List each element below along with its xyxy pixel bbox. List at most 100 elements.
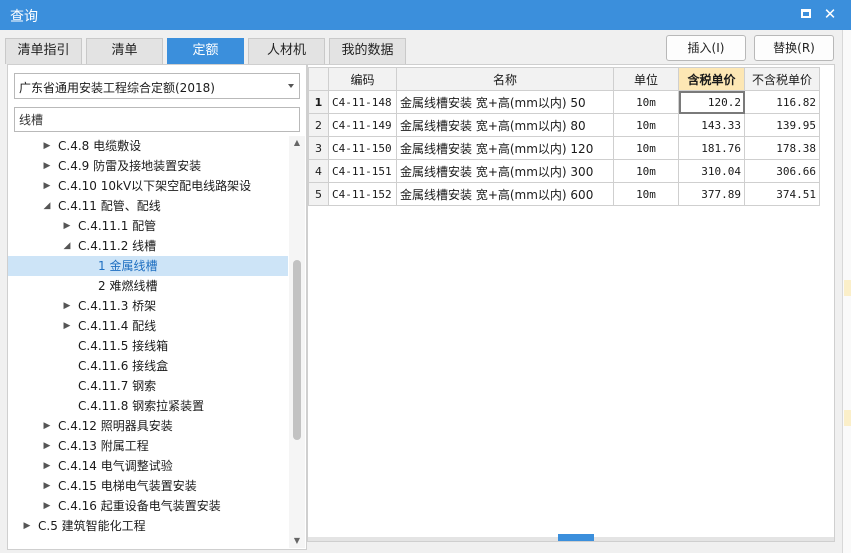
- search-input[interactable]: [14, 107, 300, 132]
- chevron-down-icon: [288, 84, 294, 88]
- code-cell[interactable]: C4-11-151: [328, 159, 397, 183]
- quota-library-select[interactable]: 广东省通用安装工程综合定额(2018): [14, 73, 300, 99]
- unit-cell[interactable]: 10m: [613, 159, 679, 183]
- tree-node[interactable]: C.4.11.7 钢索: [8, 376, 288, 396]
- table-row[interactable]: 3 C4-11-150 金属线槽安装 宽+高(mm以内) 120 10m 181.76 1…: [308, 136, 820, 160]
- table-row[interactable]: 2 C4-11-149 金属线槽安装 宽+高(mm以内) 80 10m 143.33 13…: [308, 113, 820, 137]
- collapsed-triangle-icon[interactable]: ▶: [62, 216, 72, 236]
- collapsed-triangle-icon[interactable]: ▶: [62, 316, 72, 336]
- name-cell[interactable]: 金属线槽安装 宽+高(mm以内) 300: [396, 159, 614, 183]
- header-code[interactable]: 编码: [328, 67, 397, 91]
- expanded-triangle-icon[interactable]: ◢: [42, 196, 52, 216]
- collapsed-triangle-icon[interactable]: ▶: [42, 456, 52, 476]
- name-cell[interactable]: 金属线槽安装 宽+高(mm以内) 80: [396, 113, 614, 137]
- code-cell[interactable]: C4-11-152: [328, 182, 397, 206]
- insert-button[interactable]: 插入(I): [666, 35, 746, 61]
- tree-node[interactable]: ▶ C.4.9 防雷及接地装置安装: [8, 156, 288, 176]
- close-icon: ✕: [823, 5, 837, 23]
- code-cell[interactable]: C4-11-148: [328, 90, 397, 114]
- tree-node[interactable]: C.4.11.5 接线箱: [8, 336, 288, 356]
- code-cell[interactable]: C4-11-150: [328, 136, 397, 160]
- tree-node[interactable]: ◢ C.4.11 配管、配线: [8, 196, 288, 216]
- replace-button[interactable]: 替换(R): [754, 35, 834, 61]
- tree-node[interactable]: ▶ C.4.12 照明器具安装: [8, 416, 288, 436]
- tree-node[interactable]: ▶ C.4.11.4 配线: [8, 316, 288, 336]
- tree-node[interactable]: ▶ C.4.13 附属工程: [8, 436, 288, 456]
- tree-node-label: C.4.11.1 配管: [78, 219, 157, 233]
- tab-my-data[interactable]: 我的数据: [329, 38, 406, 64]
- unit-cell[interactable]: 10m: [613, 90, 679, 114]
- table-row[interactable]: 4 C4-11-151 金属线槽安装 宽+高(mm以内) 300 10m 310.04 3…: [308, 159, 820, 183]
- tree-node[interactable]: ▶ C.4.16 起重设备电气装置安装: [8, 496, 288, 516]
- tree-node[interactable]: ▶ C.5 建筑智能化工程: [8, 516, 288, 536]
- tree-node[interactable]: 1 金属线槽: [8, 256, 288, 276]
- table-row[interactable]: 1 C4-11-148 金属线槽安装 宽+高(mm以内) 50 10m 120.2 116…: [308, 90, 820, 114]
- notax-price-cell[interactable]: 178.38: [744, 136, 820, 160]
- name-cell[interactable]: 金属线槽安装 宽+高(mm以内) 600: [396, 182, 614, 206]
- notax-price-cell[interactable]: 374.51: [744, 182, 820, 206]
- tab-bill-guide[interactable]: 清单指引: [5, 38, 82, 64]
- tax-price-cell[interactable]: 181.76: [678, 136, 745, 160]
- collapsed-triangle-icon[interactable]: ▶: [42, 436, 52, 456]
- tree-node[interactable]: ▶ C.4.14 电气调整试验: [8, 456, 288, 476]
- quota-tree: ▶ C.4.8 电缆敷设 ▶ C.4.9 防雷及接地装置安装 ▶ C.4.10 10kV以…: [8, 136, 288, 548]
- splitter-grip[interactable]: [558, 534, 594, 541]
- row-number-cell[interactable]: 5: [308, 182, 329, 206]
- code-cell[interactable]: C4-11-149: [328, 113, 397, 137]
- tree-node[interactable]: C.4.11.6 接线盒: [8, 356, 288, 376]
- tab-labor-material[interactable]: 人材机: [248, 38, 325, 64]
- collapsed-triangle-icon[interactable]: ▶: [42, 136, 52, 156]
- tax-price-cell[interactable]: 377.89: [678, 182, 745, 206]
- scroll-down-icon[interactable]: ▼: [289, 534, 305, 548]
- table-row[interactable]: 5 C4-11-152 金属线槽安装 宽+高(mm以内) 600 10m 377.89 3…: [308, 182, 820, 206]
- tax-price-cell[interactable]: 120.2: [678, 90, 745, 114]
- tree-node[interactable]: ▶ C.4.15 电梯电气装置安装: [8, 476, 288, 496]
- collapsed-triangle-icon[interactable]: ▶: [42, 156, 52, 176]
- tab-quota[interactable]: 定额: [167, 38, 244, 64]
- notax-price-cell[interactable]: 139.95: [744, 113, 820, 137]
- tree-scrollbar[interactable]: ▲ ▼: [289, 136, 305, 548]
- tree-node[interactable]: ▶ C.4.8 电缆敷设: [8, 136, 288, 156]
- name-cell[interactable]: 金属线槽安装 宽+高(mm以内) 120: [396, 136, 614, 160]
- row-number-cell[interactable]: 4: [308, 159, 329, 183]
- scroll-thumb[interactable]: [293, 260, 301, 440]
- tree-node[interactable]: ▶ C.4.11.3 桥架: [8, 296, 288, 316]
- unit-cell[interactable]: 10m: [613, 136, 679, 160]
- scroll-up-icon[interactable]: ▲: [289, 136, 305, 150]
- collapsed-triangle-icon[interactable]: ▶: [42, 476, 52, 496]
- tax-price-cell[interactable]: 310.04: [678, 159, 745, 183]
- tree-node-label: C.4.9 防雷及接地装置安装: [58, 159, 202, 173]
- header-notax-price[interactable]: 不含税单价: [744, 67, 820, 91]
- tree-node-label: C.5 建筑智能化工程: [38, 519, 146, 533]
- tree-node[interactable]: 2 难燃线槽: [8, 276, 288, 296]
- unit-cell[interactable]: 10m: [613, 113, 679, 137]
- header-tax-price[interactable]: 含税单价: [678, 67, 745, 91]
- window-title: 查询: [10, 9, 38, 25]
- collapsed-triangle-icon[interactable]: ▶: [42, 176, 52, 196]
- row-number-cell[interactable]: 1: [308, 90, 329, 114]
- restore-button[interactable]: [796, 4, 816, 24]
- notax-price-cell[interactable]: 116.82: [744, 90, 820, 114]
- tree-node[interactable]: ◢ C.4.11.2 线槽: [8, 236, 288, 256]
- name-cell[interactable]: 金属线槽安装 宽+高(mm以内) 50: [396, 90, 614, 114]
- header-unit[interactable]: 单位: [613, 67, 679, 91]
- close-button[interactable]: ✕: [820, 4, 840, 24]
- unit-cell[interactable]: 10m: [613, 182, 679, 206]
- notax-price-cell[interactable]: 306.66: [744, 159, 820, 183]
- collapsed-triangle-icon[interactable]: ▶: [42, 496, 52, 516]
- expanded-triangle-icon[interactable]: ◢: [62, 236, 72, 256]
- row-number-cell[interactable]: 2: [308, 113, 329, 137]
- left-panel: 广东省通用安装工程综合定额(2018) ▶ C.4.8 电缆敷设 ▶ C.4.9 防雷…: [7, 64, 307, 550]
- collapsed-triangle-icon[interactable]: ▶: [42, 416, 52, 436]
- collapsed-triangle-icon[interactable]: ▶: [22, 516, 32, 536]
- tree-node[interactable]: ▶ C.4.11.1 配管: [8, 216, 288, 236]
- header-name[interactable]: 名称: [396, 67, 614, 91]
- tax-price-cell[interactable]: 143.33: [678, 113, 745, 137]
- tree-node[interactable]: C.4.11.8 钢索拉紧装置: [8, 396, 288, 416]
- tree-node-label: C.4.11.4 配线: [78, 319, 157, 333]
- collapsed-triangle-icon[interactable]: ▶: [62, 296, 72, 316]
- tab-bill[interactable]: 清单: [86, 38, 163, 64]
- result-panel: 编码 名称 单位 含税单价 不含税单价 1 C4-11-148 金属线槽安装 宽+高…: [307, 64, 835, 542]
- tree-node[interactable]: ▶ C.4.10 10kV以下架空配电线路架设: [8, 176, 288, 196]
- row-number-cell[interactable]: 3: [308, 136, 329, 160]
